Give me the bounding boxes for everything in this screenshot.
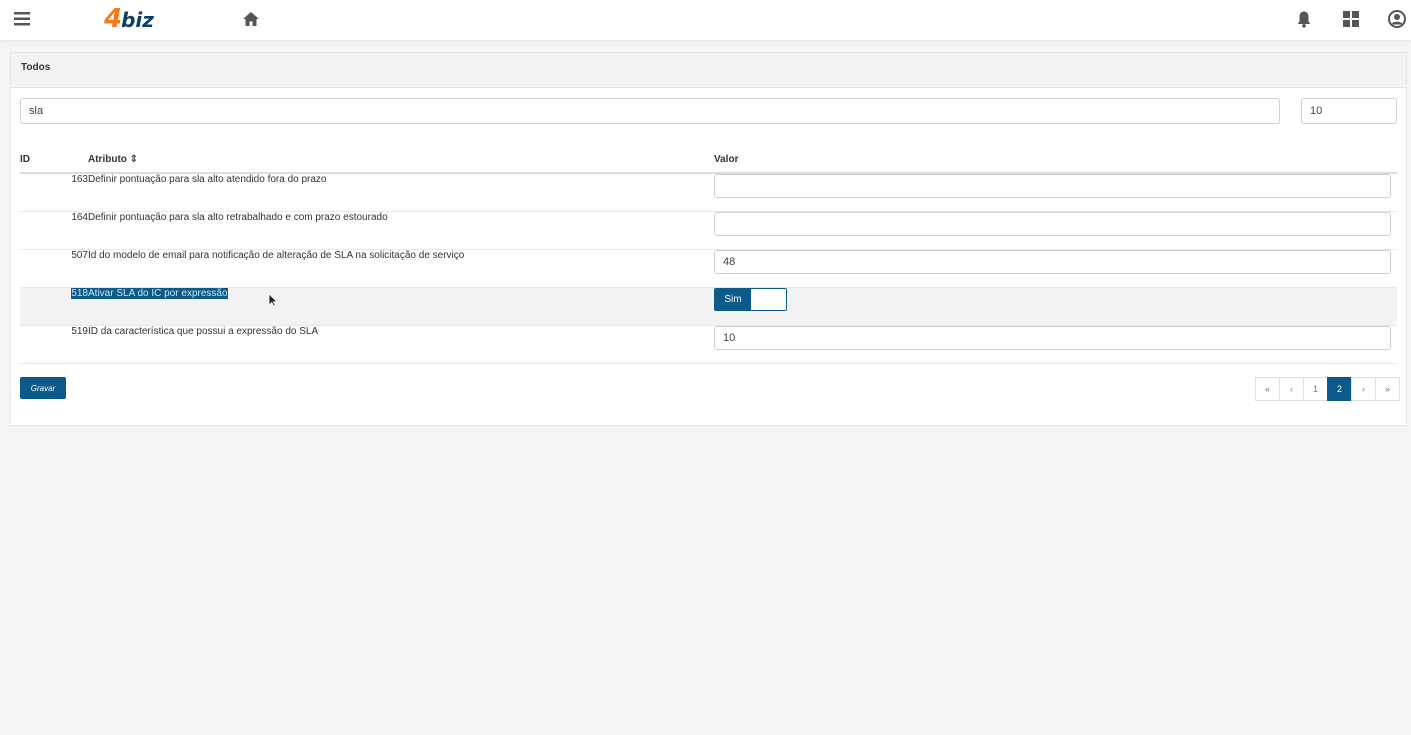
value-input[interactable]: [714, 326, 1391, 350]
apps-icon[interactable]: [1343, 11, 1359, 27]
pagination-last[interactable]: »: [1375, 377, 1400, 401]
row-id: 163: [20, 173, 88, 212]
row-value-cell: [714, 211, 1397, 250]
table-header-row: ID Atributo ⇕ Valor: [20, 147, 1397, 174]
app-logo[interactable]: 4biz: [104, 4, 154, 34]
logo-text: biz: [121, 8, 154, 32]
row-value-cell: Sim: [714, 287, 1397, 326]
attribute-column-header[interactable]: Atributo ⇕: [88, 147, 714, 174]
table-row: 163 Definir pontuação para sla alto aten…: [20, 173, 1397, 212]
row-value-cell: [714, 325, 1397, 364]
home-icon[interactable]: [242, 10, 260, 28]
value-input[interactable]: [714, 250, 1391, 274]
bell-icon[interactable]: [1296, 10, 1312, 28]
pagination-page-1[interactable]: 1: [1303, 377, 1328, 401]
row-id: 518: [71, 288, 88, 299]
row-attribute-cell: Ativar SLA do IC por expressão: [88, 287, 714, 326]
value-column-header: Valor: [714, 147, 1397, 174]
mouse-cursor-icon: [268, 293, 278, 307]
user-icon[interactable]: [1388, 10, 1406, 28]
page-size-input[interactable]: [1301, 98, 1397, 124]
row-id: 519: [20, 325, 88, 364]
parameters-table: ID Atributo ⇕ Valor 163 Definir pontuaçã…: [20, 147, 1397, 364]
row-attribute: Ativar SLA do IC por expressão: [88, 288, 228, 299]
row-value-cell: [714, 173, 1397, 212]
table-row: 507 Id do modelo de email para notificaç…: [20, 249, 1397, 288]
row-id: 507: [20, 249, 88, 288]
pagination: « ‹ 1 2 › »: [1255, 377, 1400, 401]
toggle-knob: [751, 289, 786, 310]
value-input[interactable]: [714, 174, 1391, 198]
row-attribute: Definir pontuação para sla alto atendido…: [88, 173, 714, 212]
top-bar: 4biz: [0, 0, 1411, 40]
logo-number: 4: [104, 4, 123, 34]
value-toggle[interactable]: Sim: [714, 288, 787, 311]
menu-icon[interactable]: [14, 12, 30, 26]
save-button[interactable]: Gravar: [20, 377, 66, 399]
table-row: 519 ID da característica que possui a ex…: [20, 325, 1397, 364]
table-row: 164 Definir pontuação para sla alto retr…: [20, 211, 1397, 250]
pagination-prev[interactable]: ‹: [1279, 377, 1304, 401]
row-attribute: ID da característica que possui a expres…: [88, 325, 714, 364]
search-input[interactable]: [20, 98, 1280, 124]
toggle-on-label: Sim: [715, 289, 751, 310]
row-value-cell: [714, 249, 1397, 288]
pagination-first[interactable]: «: [1255, 377, 1280, 401]
pagination-next[interactable]: ›: [1351, 377, 1376, 401]
table-row-selected: 518 Ativar SLA do IC por expressão Sim: [20, 287, 1397, 326]
id-column-header: ID: [20, 147, 88, 174]
parameters-panel: Todos ID Atributo ⇕ Valor 163 Definir po…: [10, 52, 1407, 426]
panel-title: Todos: [11, 53, 1406, 88]
value-input[interactable]: [714, 212, 1391, 236]
row-attribute: Definir pontuação para sla alto retrabal…: [88, 211, 714, 250]
row-id: 164: [20, 211, 88, 250]
row-id-cell: 518: [20, 287, 88, 326]
pagination-page-2[interactable]: 2: [1327, 377, 1352, 401]
row-attribute: Id do modelo de email para notificação d…: [88, 249, 714, 288]
